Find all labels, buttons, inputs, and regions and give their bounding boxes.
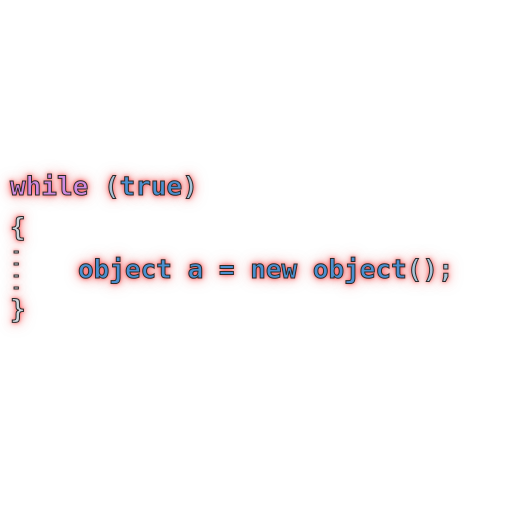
close-brace: }	[10, 295, 27, 326]
new-keyword: new	[250, 255, 298, 286]
object-type: object	[78, 255, 173, 286]
variable-assignment: a =	[171, 255, 251, 286]
code-snippet-image: while (true) { - - - - object a = new ob…	[0, 0, 512, 512]
constructor-call: ();	[406, 255, 454, 286]
code-line-open-brace: {	[10, 213, 27, 244]
constructor-name: object	[297, 255, 407, 286]
code-line-statement: object a = new object();	[10, 255, 455, 286]
code-line-close-brace: }	[10, 295, 27, 326]
close-paren: )	[182, 172, 199, 203]
true-literal: true	[119, 172, 183, 203]
open-brace: {	[10, 213, 27, 244]
while-keyword: while	[9, 172, 89, 203]
code-line-while: while (true)	[9, 172, 199, 203]
open-paren: (	[103, 172, 120, 203]
